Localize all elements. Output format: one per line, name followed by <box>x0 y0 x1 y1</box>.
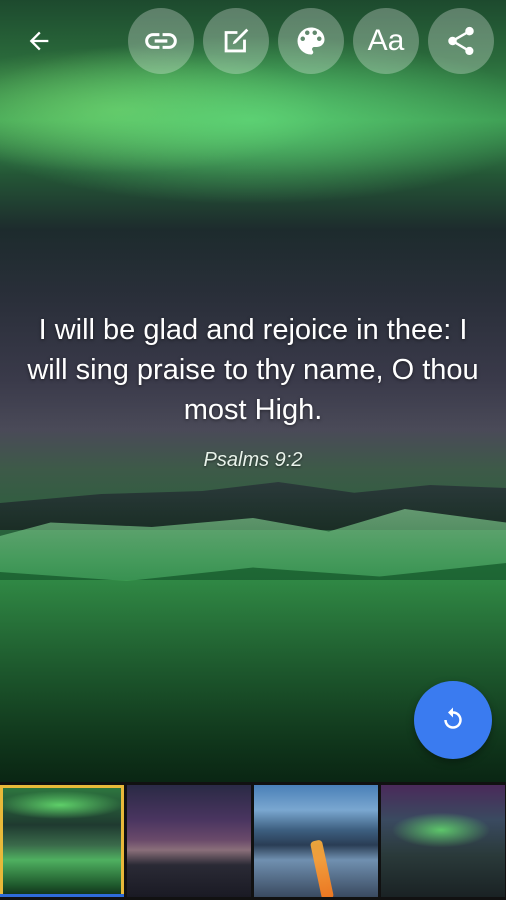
refresh-button[interactable] <box>414 681 492 759</box>
thumbnail-road-glow <box>309 839 335 897</box>
link-icon <box>145 33 177 49</box>
share-icon <box>448 26 474 56</box>
font-icon: Aa <box>367 24 405 57</box>
font-button[interactable]: Aa <box>353 8 419 74</box>
edit-icon <box>224 28 249 53</box>
background-thumbnail-strip <box>0 782 506 900</box>
share-button[interactable] <box>428 8 494 74</box>
thumbnail-aurora-lake[interactable] <box>0 785 124 897</box>
link-button[interactable] <box>128 8 194 74</box>
refresh-icon <box>444 707 462 729</box>
top-toolbar: Aa <box>0 0 506 80</box>
thumbnail-dusk-mountain[interactable] <box>127 785 251 897</box>
selected-indicator <box>0 894 124 897</box>
thumbnail-coast-road[interactable] <box>254 785 378 897</box>
back-button[interactable] <box>18 20 60 62</box>
thumbnail-aurora-night[interactable] <box>381 785 505 897</box>
verse-reference: Psalms 9:2 <box>203 449 303 471</box>
palette-button[interactable] <box>278 8 344 74</box>
edit-button[interactable] <box>203 8 269 74</box>
palette-icon <box>297 27 325 55</box>
arrow-left-icon <box>29 31 49 51</box>
verse-image-editor: Aa I will be glad and rejoice in thee: I… <box>0 0 506 900</box>
verse-text: I will be glad and rejoice in thee: I wi… <box>27 314 479 426</box>
